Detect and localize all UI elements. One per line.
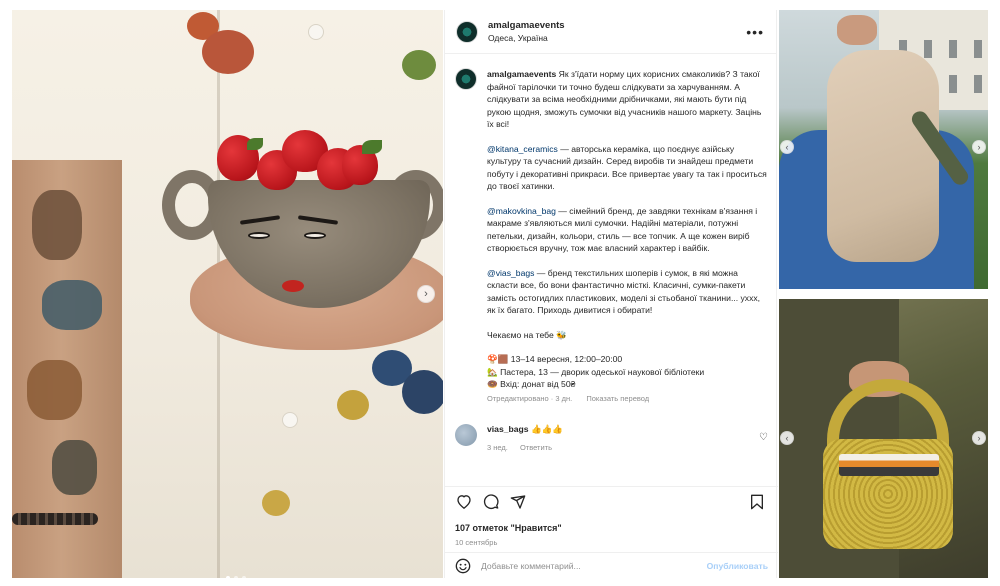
more-icon[interactable]: ••• [746,24,764,40]
carousel-dot [242,576,246,578]
next-photo-button[interactable]: › [972,140,986,154]
commenter-username[interactable]: vias_bags [487,424,529,434]
post-main-photo[interactable]: › [12,10,443,578]
comment-like-icon[interactable]: ♡ [759,432,768,452]
comment-icon[interactable] [482,493,500,511]
side-photo-tote-bag[interactable]: ‹ › [779,10,988,289]
comment-item: vias_bags 👍👍👍 3 нед. Ответить ♡ [455,424,768,452]
likes-count[interactable]: 107 отметок "Нравится" [455,523,562,533]
bowl-eye [248,232,270,239]
building-window [974,75,982,93]
shirt-flower [262,490,290,516]
publish-button[interactable]: Опубликовать [707,561,768,571]
share-icon[interactable] [509,493,527,511]
event-entry-line: 🍩 Вхід: донат від 50₴ [487,379,576,389]
post-location[interactable]: Одеса, Україна [488,33,746,43]
prev-photo-button[interactable]: ‹ [780,140,794,154]
heart-icon[interactable] [455,493,473,511]
chevron-left-icon: ‹ [785,433,789,443]
books-in-bag [839,454,939,476]
comment-text: 👍👍👍 [530,424,564,434]
bookmark-icon[interactable] [748,493,766,511]
tote-bag [827,50,939,262]
post-caption: amalgamaevents Як з'їдати норму цих кори… [455,68,768,405]
shirt-flower [202,30,254,74]
next-photo-button[interactable]: › [972,431,986,445]
next-photo-button[interactable]: › [417,285,435,303]
mention-link[interactable]: @makovkina_bag [487,206,556,216]
bowl-lips [282,280,304,292]
post-date: 10 сентябрь [455,538,498,547]
event-place-line: 🏡 Пастера, 13 — дворик одеської наукової… [487,366,705,377]
chevron-right-icon: › [424,288,428,300]
bowl-eye [304,232,326,239]
strawberry-leaf [247,138,263,150]
shirt-flower [337,390,369,420]
mention-link[interactable]: @kitana_ceramics [487,144,558,154]
chevron-right-icon: › [977,142,981,152]
add-comment-bar: Опубликовать [445,552,778,578]
tattoo [52,440,97,495]
reply-link[interactable]: Ответить [520,443,552,452]
hand [837,15,877,45]
commenter-avatar[interactable] [455,424,477,446]
tattoo [32,190,82,260]
caption-avatar[interactable] [455,68,477,90]
side-photo-knit-bag[interactable]: ‹ › [779,299,988,578]
strawberry-leaf [362,140,382,154]
author-username[interactable]: amalgamaevents [488,20,746,31]
carousel-dot [226,576,230,578]
chevron-right-icon: › [977,433,981,443]
building-window [924,40,932,58]
emoji-icon[interactable] [455,558,471,574]
bracelet [12,513,98,525]
building-window [949,40,957,58]
carousel-dots [226,576,246,578]
comment-input[interactable] [481,560,707,571]
event-date-line: 🍄🟫 13–14 вересня, 12:00–20:00 [487,354,623,364]
edited-label: Отредактировано · 3 дн. [487,393,573,403]
comment-time: 3 нед. [487,443,508,452]
prev-photo-button[interactable]: ‹ [780,431,794,445]
shirt-flower [402,370,443,414]
action-bar [445,486,778,516]
tattoo [27,360,82,420]
building-window [949,75,957,93]
post-details-panel: amalgamaevents Одеса, Україна ••• amalga… [444,10,778,578]
shirt-flower [402,50,436,80]
author-avatar[interactable] [456,20,478,43]
building-window [974,40,982,58]
show-translation-link[interactable]: Показать перевод [586,394,649,403]
post-header: amalgamaevents Одеса, Україна ••• [445,10,776,54]
shirt-button [282,412,298,428]
mention-link[interactable]: @vias_bags [487,268,534,278]
chevron-left-icon: ‹ [785,142,789,152]
caption-waiting: Чекаємо на тебе 🐝 [487,329,567,340]
carousel-dot [234,576,238,578]
shirt-button [308,24,324,40]
caption-username[interactable]: amalgamaevents [487,69,556,79]
tattoo [42,280,102,330]
